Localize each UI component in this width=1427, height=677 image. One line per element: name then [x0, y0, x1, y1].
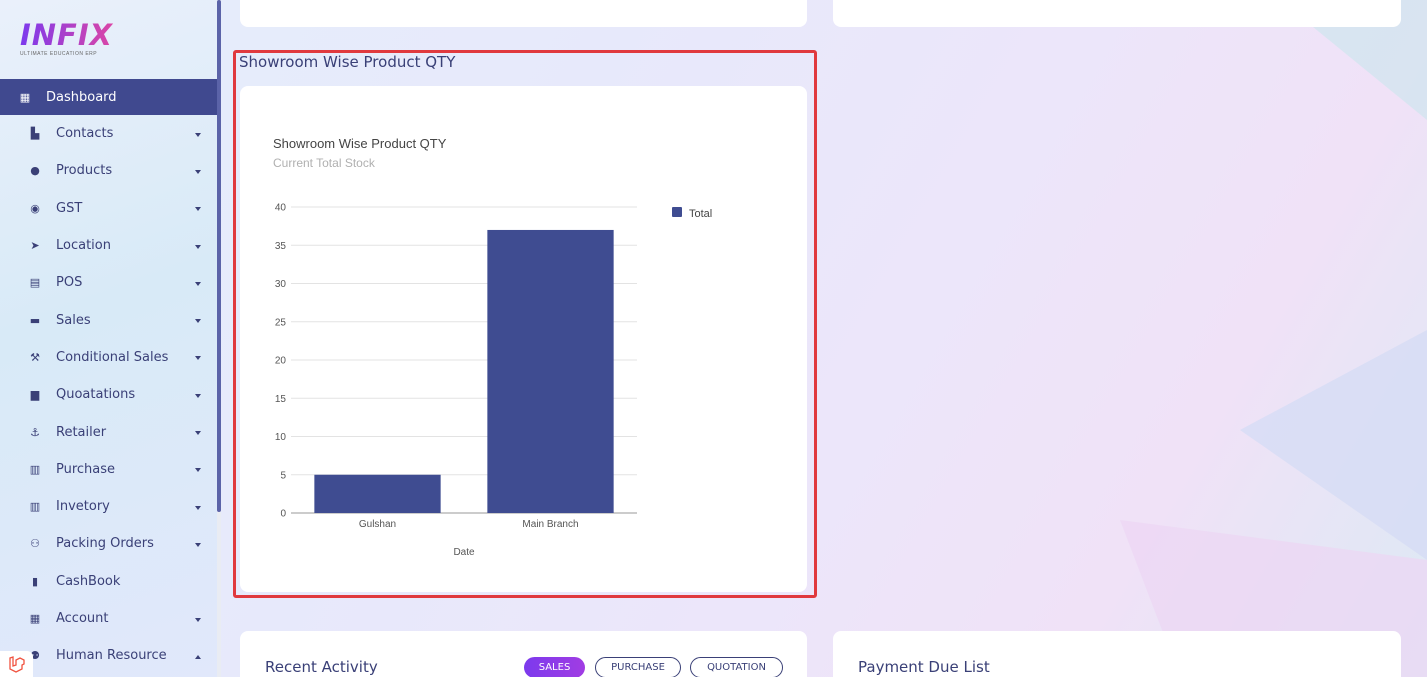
shop-icon: ▥	[29, 462, 41, 476]
logo-text: INFIX	[20, 20, 130, 50]
chevron-down-icon	[195, 169, 201, 174]
sidebar-item-label: POS	[56, 275, 83, 291]
sidebar-item-sales[interactable]: ▬ Sales	[0, 301, 217, 338]
sidebar-item-invetory[interactable]: ▥ Invetory	[0, 488, 217, 525]
chevron-down-icon	[195, 617, 201, 622]
cash-register-icon: ▤	[29, 276, 41, 290]
sidebar-item-packing-orders[interactable]: ⚇ Packing Orders	[0, 525, 217, 562]
top-card-right	[833, 0, 1401, 27]
users-icon: ⚇	[30, 537, 40, 551]
gst-icon: ◉	[30, 201, 40, 215]
sidebar-nav: ▦ Dashboard ▙ Contacts ● Products ◉ GST ➤ Locatio…	[0, 79, 217, 674]
sidebar-item-retailer[interactable]: ⚓ Retailer	[0, 413, 217, 450]
sidebar-item-label: Retailer	[56, 424, 107, 440]
chevron-down-icon	[195, 542, 201, 547]
sidebar-item-quoatations[interactable]: ▆ Quoatations	[0, 376, 217, 413]
sidebar-item-products[interactable]: ● Products	[0, 152, 217, 189]
mug-icon: ▆	[30, 388, 40, 402]
contacts-icon: ▙	[30, 127, 40, 141]
chevron-down-icon	[195, 393, 201, 398]
sidebar: INFIX ULTIMATE EDUCATION ERP ▦ Dashboard ▙…	[0, 0, 217, 677]
products-icon: ●	[30, 164, 40, 178]
top-card-left	[240, 0, 807, 27]
legend-swatch	[672, 207, 682, 217]
y-tick-label: 0	[280, 509, 286, 520]
store-icon: ▬	[29, 313, 41, 327]
person-icon: ⚓	[30, 425, 40, 439]
chevron-down-icon	[195, 468, 201, 473]
sidebar-item-location[interactable]: ➤ Location	[0, 227, 217, 264]
chevron-down-icon	[195, 356, 201, 361]
sidebar-item-label: Human Resource	[56, 648, 167, 664]
chevron-down-icon	[195, 244, 201, 249]
chart-title: Showroom Wise Product QTY	[273, 136, 447, 151]
sidebar-item-account[interactable]: ▦ Account	[0, 600, 217, 637]
sidebar-scrollbar-thumb[interactable]	[217, 0, 221, 512]
legend-label: Total	[689, 208, 712, 220]
chevron-down-icon	[195, 281, 201, 286]
sidebar-item-pos[interactable]: ▤ POS	[0, 264, 217, 301]
logo-tagline: ULTIMATE EDUCATION ERP	[20, 51, 98, 57]
chart-subtitle: Current Total Stock	[273, 156, 375, 170]
book-icon: ▮	[31, 574, 39, 588]
chevron-down-icon	[195, 207, 201, 212]
bar-main-branch	[487, 229, 614, 513]
y-tick-label: 10	[275, 432, 287, 443]
y-tick-label: 25	[275, 317, 287, 328]
y-tick-label: 35	[275, 241, 287, 252]
sidebar-item-label: Conditional Sales	[56, 349, 169, 365]
chevron-down-icon	[195, 319, 201, 324]
sidebar-item-label: Account	[56, 611, 109, 626]
sidebar-item-purchase[interactable]: ▥ Purchase	[0, 451, 217, 488]
location-arrow-icon: ➤	[30, 239, 40, 253]
tab-sales[interactable]: SALES	[524, 657, 585, 677]
sidebar-item-label: Purchase	[56, 461, 116, 477]
tab-quotation[interactable]: QUOTATION	[690, 657, 783, 677]
x-axis-label: Date	[453, 547, 475, 558]
sidebar-item-dashboard[interactable]: ▦ Dashboard	[0, 79, 217, 115]
sidebar-item-conditional-sales[interactable]: ⚒ Conditional Sales	[0, 339, 217, 376]
sidebar-item-label: CashBook	[56, 573, 121, 589]
sidebar-item-label: Location	[56, 238, 111, 254]
y-tick-label: 20	[275, 356, 287, 367]
sidebar-item-label: Sales	[56, 312, 91, 328]
sidebar-item-gst[interactable]: ◉ GST	[0, 190, 217, 227]
sidebar-item-label: Quoatations	[56, 387, 136, 403]
sidebar-item-cashbook[interactable]: ▮ CashBook	[0, 563, 217, 600]
chevron-down-icon	[195, 132, 201, 137]
y-tick-label: 15	[275, 394, 287, 405]
x-tick-label: Gulshan	[359, 519, 396, 530]
bank-icon: ▥	[29, 500, 41, 514]
y-tick-label: 5	[280, 470, 286, 481]
sidebar-item-label: GST	[56, 200, 83, 216]
payment-due-title: Payment Due List	[858, 658, 990, 676]
y-tick-label: 40	[275, 203, 287, 214]
sidebar-item-label: Dashboard	[46, 89, 117, 105]
sidebar-item-label: Packing Orders	[56, 536, 154, 552]
bar-gulshan	[314, 474, 441, 513]
tab-purchase[interactable]: PURCHASE	[595, 657, 681, 677]
sidebar-scrollbar[interactable]	[217, 0, 221, 677]
chevron-down-icon	[195, 505, 201, 510]
sidebar-item-label: Products	[56, 163, 113, 179]
grid-icon: ▦	[19, 90, 31, 104]
recent-activity-title: Recent Activity	[265, 658, 378, 676]
bar-chart: 0 5 10 15 20 25 30 35 40 Gulshan Main Branch Date To…	[275, 203, 712, 559]
calculator-icon: ▦	[29, 612, 41, 625]
sidebar-item-contacts[interactable]: ▙ Contacts	[0, 115, 217, 152]
laravel-debug-icon[interactable]	[0, 651, 33, 677]
y-tick-label: 30	[275, 279, 287, 290]
chevron-down-icon	[195, 431, 201, 436]
sidebar-item-label: Invetory	[56, 499, 110, 515]
gavel-icon: ⚒	[30, 350, 40, 364]
x-tick-label: Main Branch	[522, 519, 578, 530]
app-logo[interactable]: INFIX ULTIMATE EDUCATION ERP	[20, 20, 130, 60]
chevron-up-icon	[195, 654, 201, 659]
sidebar-item-label: Contacts	[56, 126, 114, 142]
